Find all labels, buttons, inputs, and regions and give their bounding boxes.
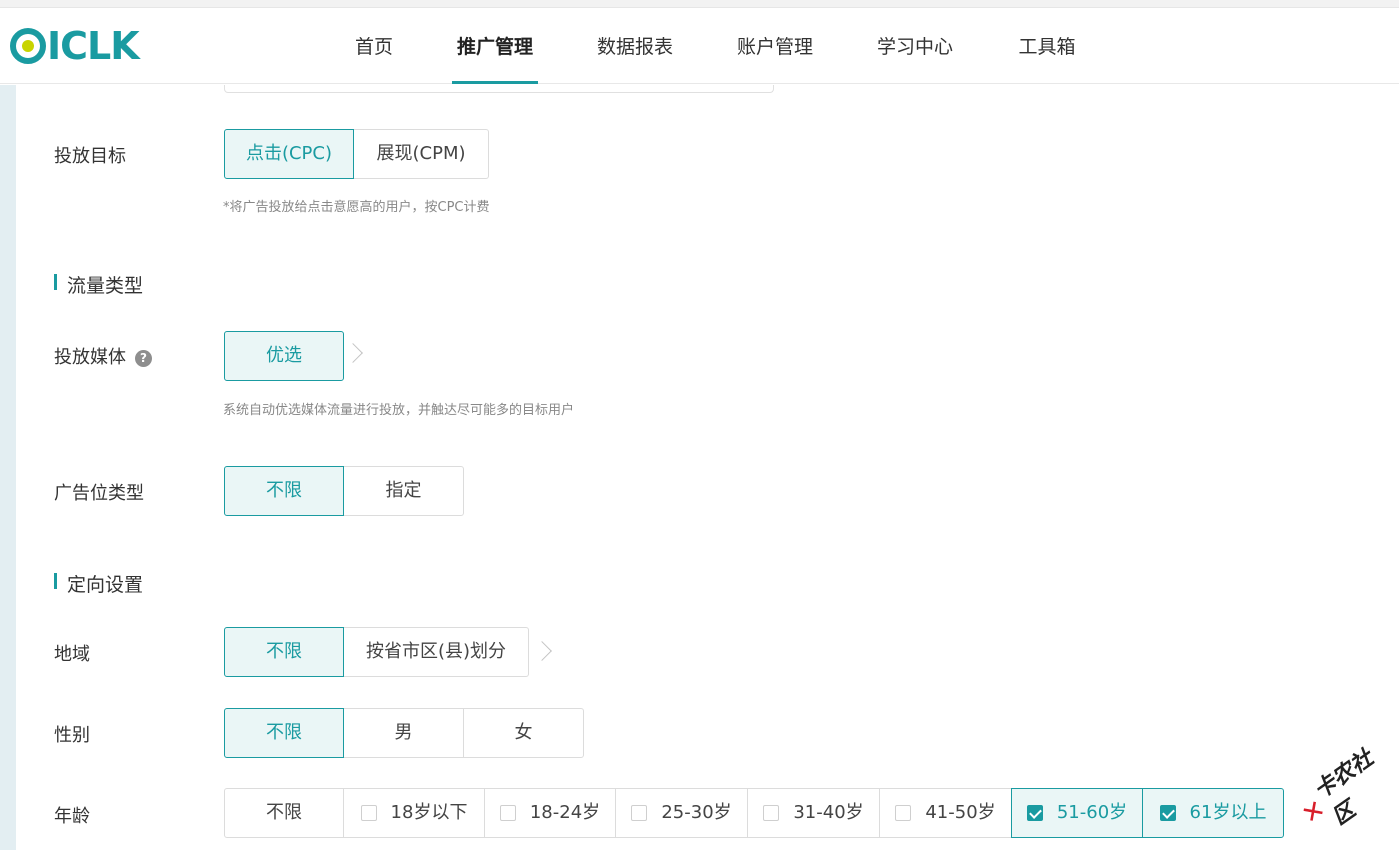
slot-type-label: 广告位类型 — [54, 483, 144, 504]
media-hint: 系统自动优选媒体流量进行投放，并触达尽可能多的目标用户 — [223, 403, 575, 418]
region-by-province-option[interactable]: 按省市区(县)划分 — [343, 627, 529, 677]
age-25-30-option[interactable]: 25-30岁 — [615, 788, 748, 838]
gender-unlimited-option[interactable]: 不限 — [224, 708, 344, 758]
targeting-section-title: 定向设置 — [54, 570, 143, 597]
age-31-40-label: 31-40岁 — [793, 802, 864, 823]
age-18-24-label: 18-24岁 — [529, 802, 601, 823]
logo-text: ICLK — [47, 24, 140, 68]
gender-male-option[interactable]: 男 — [343, 708, 464, 758]
age-under-18-option[interactable]: 18岁以下 — [343, 788, 485, 838]
age-51-60-option[interactable]: 51-60岁 — [1011, 788, 1143, 838]
iclk-logo[interactable]: ICLK — [10, 24, 140, 68]
logo-mark — [10, 28, 46, 64]
top-border — [0, 0, 1399, 8]
age-unlimited-option[interactable]: 不限 — [224, 788, 344, 838]
checkbox-icon[interactable] — [499, 805, 516, 821]
nav-home[interactable]: 首页 — [336, 8, 412, 84]
top-navbar: ICLK 首页 推广管理 数据报表 账户管理 学习中心 工具箱 — [0, 8, 1399, 84]
age-51-60-label: 51-60岁 — [1056, 802, 1128, 823]
age-label: 年龄 — [54, 806, 90, 827]
slot-type-options: 不限 指定 — [224, 466, 464, 516]
checkbox-icon[interactable] — [895, 805, 912, 821]
goal-options: 点击(CPC) 展现(CPM) — [224, 129, 489, 179]
help-icon[interactable]: ? — [135, 350, 152, 367]
slot-unlimited-option[interactable]: 不限 — [224, 466, 344, 516]
checked-checkbox-icon[interactable] — [1026, 805, 1043, 821]
nav-promotion[interactable]: 推广管理 — [452, 8, 538, 84]
gender-female-option[interactable]: 女 — [463, 708, 584, 758]
age-61-plus-label: 61岁以上 — [1189, 802, 1267, 823]
nav-learning[interactable]: 学习中心 — [872, 8, 958, 84]
nav-tools[interactable]: 工具箱 — [1012, 8, 1082, 84]
checkbox-icon[interactable] — [763, 805, 780, 821]
goal-label: 投放目标 — [54, 146, 126, 167]
nav-reports[interactable]: 数据报表 — [592, 8, 678, 84]
age-31-40-option[interactable]: 31-40岁 — [747, 788, 880, 838]
logo-dot — [22, 40, 34, 52]
media-options: 优选 — [224, 331, 344, 381]
gender-label: 性别 — [54, 725, 90, 746]
media-label: 投放媒体? — [54, 343, 152, 369]
goal-cpm-option[interactable]: 展现(CPM) — [353, 129, 489, 179]
media-preferred-option[interactable]: 优选 — [224, 331, 344, 381]
age-under-18-label: 18岁以下 — [390, 802, 468, 823]
left-sidebar-strip — [0, 85, 16, 850]
age-options: 不限 18岁以下 18-24岁 25-30岁 31-40岁 41-50岁 51-… — [224, 788, 1284, 838]
age-41-50-label: 41-50岁 — [925, 802, 996, 823]
gender-options: 不限 男 女 — [224, 708, 584, 758]
region-label: 地域 — [54, 644, 90, 665]
traffic-section-title: 流量类型 — [54, 271, 143, 298]
slot-specified-option[interactable]: 指定 — [343, 466, 464, 516]
age-61-plus-option[interactable]: 61岁以上 — [1142, 788, 1284, 838]
age-25-30-label: 25-30岁 — [661, 802, 732, 823]
goal-hint: *将广告投放给点击意愿高的用户，按CPC计费 — [223, 200, 490, 215]
media-label-text: 投放媒体 — [54, 347, 126, 368]
checkbox-icon[interactable] — [631, 805, 648, 821]
checkbox-icon[interactable] — [360, 805, 377, 821]
previous-input-edge — [224, 85, 774, 93]
region-unlimited-option[interactable]: 不限 — [224, 627, 344, 677]
region-options: 不限 按省市区(县)划分 — [224, 627, 529, 677]
goal-cpc-option[interactable]: 点击(CPC) — [224, 129, 354, 179]
nav-account[interactable]: 账户管理 — [732, 8, 818, 84]
main-nav: 首页 推广管理 数据报表 账户管理 学习中心 工具箱 — [336, 8, 1082, 84]
checked-checkbox-icon[interactable] — [1159, 805, 1176, 821]
age-18-24-option[interactable]: 18-24岁 — [484, 788, 616, 838]
age-41-50-option[interactable]: 41-50岁 — [879, 788, 1012, 838]
